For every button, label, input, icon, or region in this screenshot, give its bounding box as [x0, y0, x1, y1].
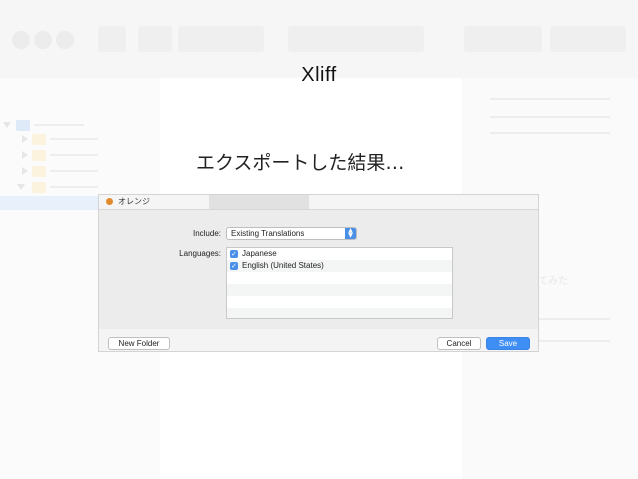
orange-dot-icon — [106, 198, 113, 205]
save-button[interactable]: Save — [486, 337, 530, 350]
dialog-header-row: オレンジ — [99, 195, 538, 210]
slide-subtitle: エクスポートした結果… — [196, 152, 405, 174]
disclosure-triangle-icon[interactable] — [22, 167, 28, 175]
disclosure-triangle-icon[interactable] — [17, 184, 25, 190]
languages-label: Languages: — [179, 249, 221, 258]
disclosure-triangle-icon[interactable] — [3, 122, 11, 128]
folder-icon — [32, 134, 46, 145]
export-dialog: オレンジ Include: Existing Translations ▲ ▼ L… — [98, 194, 539, 352]
japanese-checkbox[interactable]: ✓ — [230, 250, 238, 258]
selected-item-label: オレンジ — [118, 197, 150, 206]
project-icon — [16, 120, 30, 131]
faded-label: てみた — [538, 276, 568, 287]
cancel-button[interactable]: Cancel — [437, 337, 481, 350]
tree-row[interactable] — [0, 164, 100, 178]
language-label: English (United States) — [242, 261, 324, 270]
languages-list: ✓ Japanese ✓ English (United States) — [226, 247, 453, 319]
inspector-line — [490, 98, 610, 100]
english-checkbox[interactable]: ✓ — [230, 262, 238, 270]
include-value: Existing Translations — [231, 229, 305, 238]
editor-mode-buttons[interactable] — [464, 26, 542, 52]
tree-row-label — [50, 154, 98, 156]
tree-row-label — [50, 138, 98, 140]
tree-row-label — [34, 124, 84, 126]
scheme-selector[interactable] — [178, 26, 264, 52]
disclosure-triangle-icon[interactable] — [22, 135, 28, 143]
tree-row[interactable] — [0, 148, 100, 162]
folder-icon — [32, 166, 46, 177]
run-button[interactable] — [98, 26, 126, 52]
folder-icon — [32, 150, 46, 161]
zoom-window-button[interactable] — [56, 31, 74, 49]
language-row-japanese[interactable]: ✓ Japanese — [227, 248, 452, 260]
tree-row-label — [50, 186, 98, 188]
inspector-line — [490, 132, 610, 134]
empty-row — [227, 308, 452, 318]
disclosure-triangle-icon[interactable] — [22, 151, 28, 159]
empty-row — [227, 284, 452, 296]
inspector-line — [490, 116, 610, 118]
empty-row — [227, 296, 452, 308]
tree-row[interactable] — [0, 118, 90, 132]
include-popup[interactable]: Existing Translations ▲ ▼ — [226, 227, 357, 240]
language-label: Japanese — [242, 249, 277, 258]
include-label: Include: — [192, 229, 221, 238]
close-window-button[interactable] — [12, 31, 30, 49]
tree-row-label — [50, 170, 98, 172]
slide-title: Xliff — [301, 64, 337, 86]
selected-tree-row[interactable] — [0, 196, 100, 210]
tree-row[interactable] — [0, 180, 100, 194]
tree-row[interactable] — [0, 132, 100, 146]
empty-row — [227, 272, 452, 284]
popup-arrows-icon: ▲ ▼ — [345, 228, 356, 239]
view-toggle-buttons[interactable] — [550, 26, 626, 52]
minimize-window-button[interactable] — [34, 31, 52, 49]
folder-icon — [32, 182, 46, 193]
language-row-english[interactable]: ✓ English (United States) — [227, 260, 452, 272]
column-divider — [209, 195, 309, 209]
activity-viewer — [288, 26, 424, 52]
stop-button[interactable] — [138, 26, 172, 52]
new-folder-button[interactable]: New Folder — [108, 337, 170, 350]
